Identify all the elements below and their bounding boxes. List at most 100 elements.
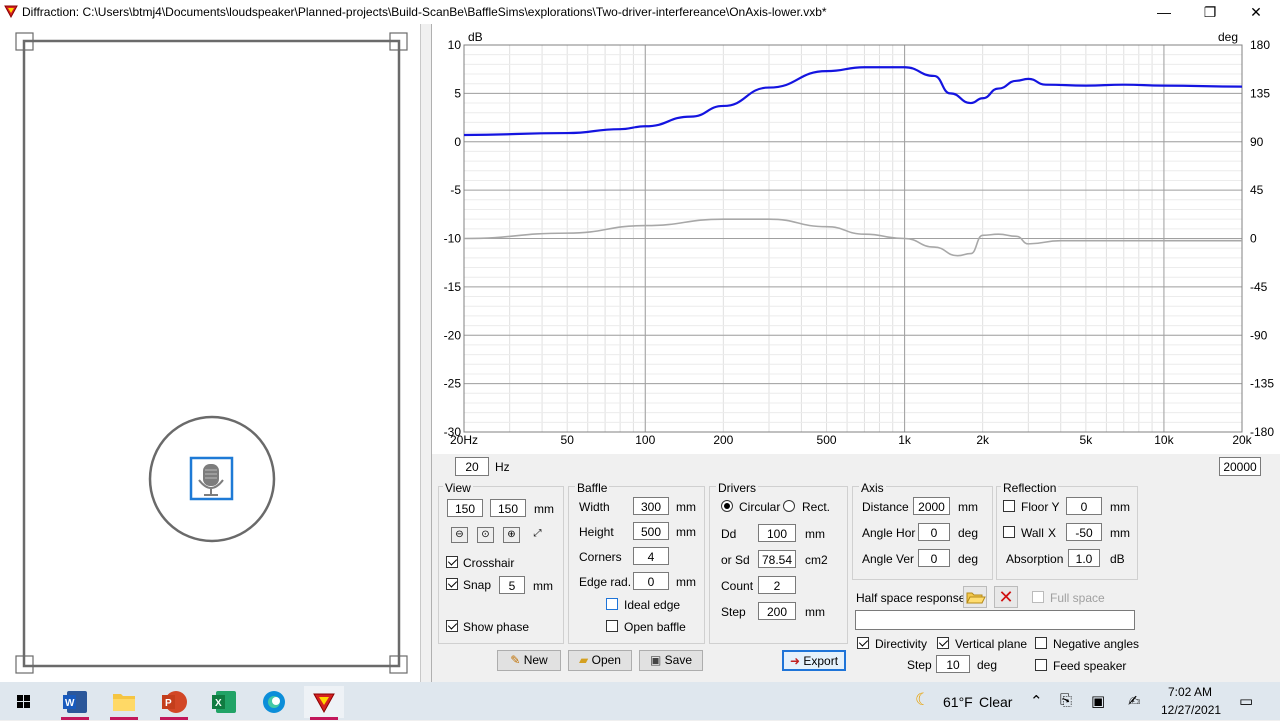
file-explorer-icon[interactable] bbox=[104, 686, 144, 720]
chevron-up-icon[interactable]: ⌃ bbox=[1030, 692, 1043, 710]
clock-time[interactable]: 7:02 AM bbox=[1168, 685, 1212, 699]
y-left-tick-label: -5 bbox=[450, 183, 461, 197]
edge-radius-input[interactable]: 0 bbox=[633, 572, 669, 590]
y-right-tick-label: -135 bbox=[1250, 377, 1274, 391]
view-group-title: View bbox=[443, 481, 473, 495]
edge-radius-label: Edge rad. bbox=[579, 575, 632, 589]
new-icon: ✎ bbox=[510, 653, 521, 667]
view-x-input[interactable]: 150 bbox=[447, 499, 483, 517]
zoom-out-icon[interactable]: ⊖ bbox=[451, 527, 468, 543]
diffraction-app-icon[interactable] bbox=[304, 686, 344, 720]
min-frequency-unit: Hz bbox=[495, 460, 510, 474]
x-tick-label: 200 bbox=[713, 433, 733, 447]
y-left-tick-label: 10 bbox=[448, 38, 462, 52]
angle-hor-label: Angle Hor bbox=[862, 526, 916, 540]
panel-splitter[interactable] bbox=[421, 24, 432, 682]
zoom-icon[interactable]: ⊙ bbox=[477, 527, 494, 543]
restore-button[interactable]: ❐ bbox=[1187, 0, 1233, 24]
weather-icon[interactable]: ☾ bbox=[915, 690, 930, 710]
circular-radio[interactable] bbox=[721, 500, 733, 512]
count-input[interactable]: 2 bbox=[758, 576, 796, 594]
x-tick-label: 10k bbox=[1154, 433, 1174, 447]
clock-date[interactable]: 12/27/2021 bbox=[1161, 703, 1221, 717]
notification-icon[interactable]: ▭ bbox=[1239, 692, 1253, 710]
half-space-file-field[interactable] bbox=[855, 610, 1135, 630]
weather-desc[interactable]: Clear bbox=[979, 694, 1012, 710]
negative-angles-checkbox[interactable] bbox=[1035, 637, 1047, 649]
view-y-input[interactable]: 150 bbox=[490, 499, 526, 517]
crosshair-checkbox[interactable] bbox=[446, 556, 458, 568]
x-tick-label: 100 bbox=[635, 433, 655, 447]
app-icon bbox=[4, 5, 18, 18]
tray-app-icon[interactable]: ▣ bbox=[1091, 692, 1105, 710]
angle-ver-input[interactable]: 0 bbox=[918, 549, 950, 567]
width-label: Width bbox=[579, 500, 610, 514]
feed-speaker-checkbox[interactable] bbox=[1035, 659, 1047, 671]
ideal-edge-checkbox[interactable] bbox=[606, 598, 618, 610]
snap-value-input[interactable]: 5 bbox=[499, 576, 525, 594]
min-frequency-input[interactable]: 20 bbox=[455, 457, 489, 476]
dd-unit: mm bbox=[805, 527, 825, 541]
distance-input[interactable]: 2000 bbox=[913, 497, 950, 515]
baffle-drawing[interactable] bbox=[0, 24, 420, 682]
driver-step-unit: mm bbox=[805, 605, 825, 619]
word-icon[interactable]: W bbox=[55, 686, 95, 720]
folder-icon: ▰ bbox=[579, 653, 589, 667]
height-label: Height bbox=[579, 525, 614, 539]
baffle-view-panel[interactable] bbox=[0, 24, 421, 682]
vertical-plane-checkbox[interactable] bbox=[937, 637, 949, 649]
full-space-label: Full space bbox=[1050, 591, 1105, 605]
minimize-button[interactable]: — bbox=[1141, 0, 1187, 24]
fit-view-icon[interactable]: ⤢ bbox=[529, 527, 546, 543]
close-button[interactable]: ✕ bbox=[1233, 0, 1279, 24]
directivity-step-input[interactable]: 10 bbox=[936, 655, 970, 673]
weather-temp[interactable]: 61°F bbox=[943, 694, 973, 710]
corners-input[interactable]: 4 bbox=[633, 547, 669, 565]
floor-input[interactable]: 0 bbox=[1066, 497, 1102, 515]
sd-input[interactable]: 78.54 bbox=[758, 550, 796, 568]
rect-radio[interactable] bbox=[783, 500, 795, 512]
full-space-checkbox[interactable] bbox=[1032, 591, 1044, 603]
open-baffle-checkbox[interactable] bbox=[606, 620, 618, 632]
show-phase-label: Show phase bbox=[463, 620, 530, 634]
start-icon[interactable] bbox=[4, 686, 44, 718]
taskbar: W P X ☾ 61°F Clear ⌃ ⎘ ▣ ✍ 7:02 AM 12/27… bbox=[0, 682, 1280, 720]
snap-checkbox[interactable] bbox=[446, 578, 458, 590]
edge-browser-icon[interactable] bbox=[254, 686, 294, 718]
x-tick-label: 5k bbox=[1080, 433, 1094, 447]
excel-icon[interactable]: X bbox=[204, 686, 244, 718]
open-baffle-label: Open baffle bbox=[624, 620, 686, 634]
save-button[interactable]: ▣ Save bbox=[639, 650, 703, 671]
driver-step-input[interactable]: 200 bbox=[758, 602, 796, 620]
y-right-tick-label: 180 bbox=[1250, 38, 1270, 52]
wall-unit: mm bbox=[1110, 526, 1130, 540]
open-folder-icon[interactable] bbox=[963, 586, 987, 608]
height-input[interactable]: 500 bbox=[633, 522, 669, 540]
open-button[interactable]: ▰ Open bbox=[568, 650, 632, 671]
delete-icon[interactable]: ✕ bbox=[994, 586, 1018, 608]
show-phase-checkbox[interactable] bbox=[446, 620, 458, 632]
floor-unit: mm bbox=[1110, 500, 1130, 514]
max-frequency-input[interactable]: 20000 bbox=[1219, 457, 1261, 476]
crosshair-label: Crosshair bbox=[463, 556, 515, 570]
dd-input[interactable]: 100 bbox=[758, 524, 796, 542]
snap-unit: mm bbox=[533, 579, 553, 593]
y-right-tick-label: -90 bbox=[1250, 328, 1268, 342]
reflection-group-title: Reflection bbox=[1001, 481, 1059, 495]
new-button[interactable]: ✎ New bbox=[497, 650, 561, 671]
frequency-response-graph[interactable]: 20Hz 50 100 200 500 1k 2k 5k 10k 20k 10 5 0 -5 -10 -15-… bbox=[432, 24, 1280, 454]
wall-checkbox[interactable] bbox=[1003, 526, 1015, 538]
powerpoint-icon[interactable]: P bbox=[154, 686, 194, 720]
zoom-in-icon[interactable]: ⊕ bbox=[503, 527, 520, 543]
wall-input[interactable]: -50 bbox=[1066, 523, 1102, 541]
angle-hor-input[interactable]: 0 bbox=[918, 523, 950, 541]
directivity-checkbox[interactable] bbox=[857, 637, 869, 649]
response-chart[interactable]: 20Hz 50 100 200 500 1k 2k 5k 10k 20k1050-5-10-15-… bbox=[432, 24, 1280, 454]
pen-icon[interactable]: ✍ bbox=[1128, 692, 1141, 710]
absorption-input[interactable]: 1.0 bbox=[1068, 549, 1100, 567]
floor-checkbox[interactable] bbox=[1003, 500, 1015, 512]
width-unit: mm bbox=[676, 500, 696, 514]
export-button[interactable]: ➜ Export bbox=[782, 650, 846, 671]
meet-now-icon[interactable]: ⎘ bbox=[1060, 692, 1072, 709]
width-input[interactable]: 300 bbox=[633, 497, 669, 515]
